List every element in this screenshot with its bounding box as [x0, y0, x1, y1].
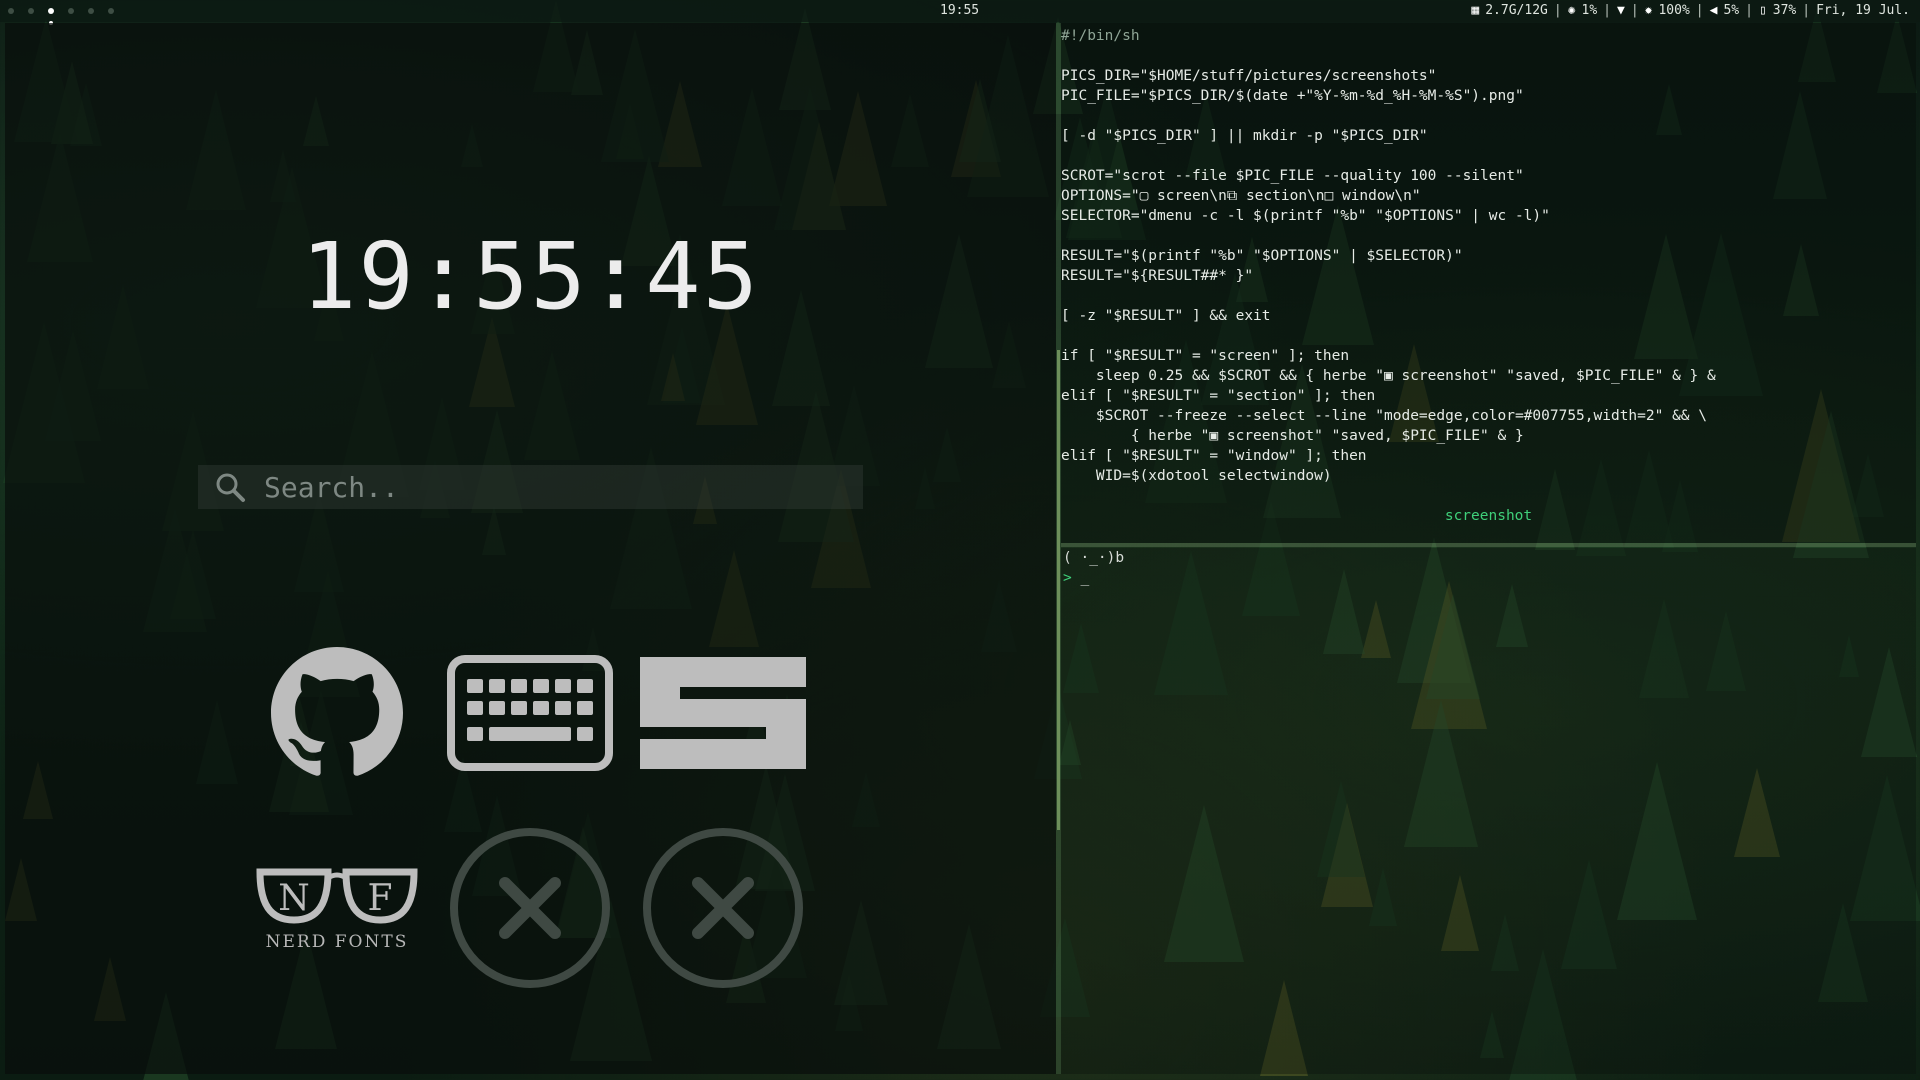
code-line: SELECTOR="dmenu -c -l $(printf "%b" "$OP… — [1061, 208, 1550, 224]
nerd-fonts-icon: N F — [256, 868, 418, 924]
brightness-value: 100% — [1658, 3, 1690, 18]
svg-text:N: N — [278, 878, 310, 919]
workspace-2[interactable] — [28, 8, 34, 14]
wifi-icon: ▼ — [1617, 3, 1625, 18]
code-line: PIC_FILE="$PICS_DIR/$(date +"%Y-%m-%d_%H… — [1061, 88, 1524, 104]
code-line: #!/bin/sh — [1061, 28, 1140, 44]
bar-status: ▦ 2.7G/12G | ✺ 1% | ▼ | ✹ 100% | ◀ 5% | … — [1471, 3, 1910, 18]
shell-output: ( ·_·)b — [1063, 550, 1125, 566]
code-line: PICS_DIR="$HOME/stuff/pictures/screensho… — [1061, 68, 1437, 84]
cpu-icon: ✺ — [1567, 3, 1576, 18]
workspace-5[interactable] — [88, 8, 94, 14]
shell-cursor: _ — [1080, 570, 1090, 586]
code-line: if [ "$RESULT" = "screen" ]; then — [1061, 348, 1350, 364]
editor-statusline: screenshot — [1444, 508, 1533, 524]
code-line: WID=$(xdotool selectwindow) — [1061, 468, 1332, 484]
app-s[interactable] — [638, 628, 808, 798]
workspace-6[interactable] — [108, 8, 114, 14]
close-circle-icon — [643, 828, 803, 988]
app-launcher: 19:55:45 Search.. N F NERD FONTS — [5, 23, 1056, 1074]
search-bar[interactable] — [198, 465, 863, 509]
app-nerd-fonts[interactable]: N F NERD FONTS — [252, 823, 422, 993]
app-keyboard[interactable] — [445, 628, 615, 798]
workspace-3[interactable] — [48, 8, 54, 14]
workspace-indicator — [8, 0, 114, 22]
code-line: $SCROT --freeze --select --line "mode=ed… — [1061, 408, 1708, 424]
nerd-fonts-label: NERD FONTS — [265, 932, 409, 952]
bar-clock: 19:55 — [940, 3, 980, 18]
window-split-highlight — [1057, 350, 1060, 830]
app-empty-1[interactable] — [445, 823, 615, 993]
code-line: SCROT="scrot --file $PIC_FILE --quality … — [1061, 168, 1524, 184]
horizontal-split-border[interactable] — [1061, 543, 1916, 547]
code-line: { herbe "▣ screenshot" "saved, $PIC_FILE… — [1061, 428, 1524, 444]
code-line: RESULT="${RESULT##* }" — [1061, 268, 1254, 284]
code-line: elif [ "$RESULT" = "section" ]; then — [1061, 388, 1376, 404]
memory-value: 2.7G/12G — [1485, 3, 1548, 18]
launcher-clock: 19:55:45 — [300, 223, 761, 330]
svg-text:F: F — [368, 878, 393, 919]
search-icon — [210, 467, 250, 507]
github-icon — [271, 647, 403, 776]
search-input[interactable] — [262, 469, 863, 505]
memory-icon: ▦ — [1471, 3, 1480, 18]
date-value: Fri, 19 Jul. — [1816, 3, 1910, 18]
s-logo-icon — [640, 657, 806, 769]
app-empty-2[interactable] — [638, 823, 808, 993]
workspace-1[interactable] — [8, 8, 14, 14]
code-line: OPTIONS="▢ screen\n⧉ section\n□ window\n… — [1061, 188, 1421, 204]
code-line: [ -d "$PICS_DIR" ] || mkdir -p "$PICS_DI… — [1061, 128, 1428, 144]
app-github[interactable] — [252, 628, 422, 798]
code-line: elif [ "$RESULT" = "window" ]; then — [1061, 448, 1367, 464]
cpu-value: 1% — [1581, 3, 1598, 18]
close-circle-icon — [450, 828, 610, 988]
battery-icon: ▯ — [1758, 3, 1767, 18]
brightness-icon: ✹ — [1644, 3, 1653, 18]
shell-prompt-line[interactable]: > _ — [1061, 568, 1916, 588]
editor-pane[interactable]: #!/bin/sh PICS_DIR="$HOME/stuff/pictures… — [1061, 23, 1916, 543]
code-line: RESULT="$(printf "%b" "$OPTIONS" | $SELE… — [1061, 248, 1463, 264]
code-line: [ -z "$RESULT" ] && exit — [1061, 308, 1271, 324]
status-bar: 19:55 ▦ 2.7G/12G | ✺ 1% | ▼ | ✹ 100% | ◀… — [0, 0, 1920, 22]
shell-pane[interactable]: ( ·_·)b > _ — [1061, 548, 1916, 1074]
shell-prompt: > — [1063, 570, 1072, 586]
battery-value: 37% — [1772, 3, 1797, 18]
keyboard-icon — [447, 655, 613, 771]
code-buffer[interactable]: #!/bin/sh PICS_DIR="$HOME/stuff/pictures… — [1061, 23, 1916, 486]
workspace-4[interactable] — [68, 8, 74, 14]
code-line: sleep 0.25 && $SCROT && { herbe "▣ scree… — [1061, 368, 1716, 384]
volume-icon: ◀ — [1709, 3, 1718, 18]
volume-value: 5% — [1723, 3, 1740, 18]
